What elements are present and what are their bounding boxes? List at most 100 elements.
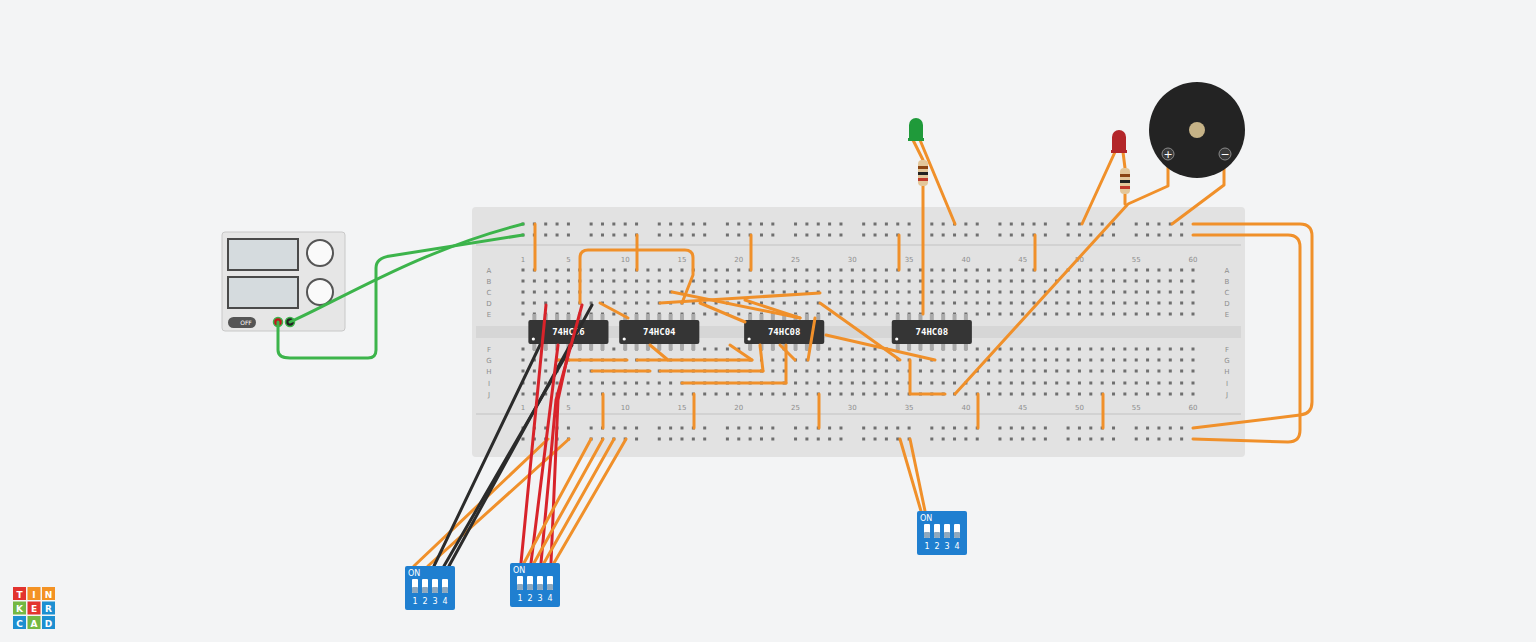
wire[interactable]	[534, 224, 537, 270]
dip-toggle[interactable]: 4	[442, 579, 448, 606]
dip-toggle[interactable]: 4	[954, 524, 960, 551]
wire[interactable]	[682, 382, 786, 385]
resistor[interactable]	[918, 160, 928, 186]
led[interactable]	[908, 118, 924, 141]
wire[interactable]	[910, 439, 925, 511]
pin1-marker	[623, 337, 626, 340]
wire[interactable]	[808, 318, 815, 360]
piezo-buzzer[interactable]: +−	[1149, 82, 1245, 178]
logo-letter: N	[45, 590, 53, 600]
column-number: 30	[848, 256, 857, 264]
dip-on-label: ON	[408, 569, 420, 578]
wire[interactable]	[1193, 235, 1300, 442]
dip-toggle[interactable]: 1	[412, 579, 418, 606]
wire[interactable]	[826, 335, 935, 360]
wire[interactable]	[660, 370, 763, 373]
dip-toggle[interactable]: 1	[517, 576, 523, 603]
wire[interactable]	[534, 439, 603, 563]
wire[interactable]	[700, 303, 745, 322]
dip-number: 2	[934, 542, 939, 551]
dip-switch[interactable]: ON1234	[917, 511, 967, 555]
dip-toggle[interactable]: 3	[432, 579, 438, 606]
column-number: 60	[1189, 256, 1198, 264]
resistor[interactable]	[1120, 168, 1130, 194]
wire[interactable]	[913, 140, 923, 160]
ic-chip[interactable]: 74HC08	[892, 314, 972, 350]
dip-toggle[interactable]: 3	[537, 576, 543, 603]
dip-number: 1	[412, 597, 417, 606]
wire[interactable]	[955, 166, 1168, 394]
dip-toggle[interactable]: 4	[547, 576, 553, 603]
column-number: 35	[905, 256, 914, 264]
ic-chip[interactable]: 74HC04	[619, 314, 699, 350]
chip-label: 74HC04	[643, 327, 676, 337]
wires	[278, 140, 1312, 566]
logo-letter: I	[32, 590, 35, 600]
wire[interactable]	[602, 394, 605, 428]
voltage-knob[interactable]	[307, 240, 333, 266]
wire[interactable]	[580, 250, 693, 303]
column-number: 25	[791, 256, 800, 264]
rail-holes	[522, 223, 1184, 441]
column-number: 20	[734, 404, 743, 412]
column-number: 55	[1132, 404, 1141, 412]
wire[interactable]	[898, 235, 901, 270]
dip-number: 4	[442, 597, 447, 606]
row-letter: D	[1224, 300, 1229, 308]
led[interactable]	[1111, 130, 1127, 153]
wire[interactable]	[637, 359, 752, 362]
tinkercad-logo[interactable]: TINKERCAD	[13, 587, 55, 629]
wire[interactable]	[922, 186, 925, 314]
chip-label: 74HC08	[768, 327, 801, 337]
wire[interactable]	[1193, 224, 1312, 428]
dip-toggle[interactable]: 2	[527, 576, 533, 603]
wire[interactable]	[750, 235, 753, 270]
wire[interactable]	[977, 394, 980, 428]
column-number: 25	[791, 404, 800, 412]
dip-switch[interactable]: ON1234	[510, 563, 560, 607]
breadboard[interactable]: 1155101015152020252530303535404045455050…	[472, 207, 1245, 457]
dip-toggle[interactable]: 1	[924, 524, 930, 551]
dip-switch[interactable]: ON 1234	[405, 566, 455, 610]
wire[interactable]	[730, 345, 752, 360]
current-knob[interactable]	[307, 279, 333, 305]
dip-number: 4	[954, 542, 959, 551]
wire[interactable]	[820, 303, 900, 360]
wire[interactable]	[449, 305, 592, 566]
dip-toggle[interactable]: 2	[934, 524, 940, 551]
wire[interactable]	[745, 300, 800, 318]
wire[interactable]	[1034, 235, 1037, 270]
column-number: 5	[566, 256, 570, 264]
wire[interactable]	[544, 439, 614, 563]
wire[interactable]	[290, 224, 523, 322]
wire[interactable]	[760, 345, 763, 371]
power-switch[interactable]	[228, 317, 256, 328]
power-switch-label: OFF	[240, 319, 252, 326]
wire[interactable]	[600, 303, 628, 318]
dip-toggle[interactable]: 3	[944, 524, 950, 551]
wire[interactable]	[693, 394, 696, 428]
row-letter: I	[488, 380, 490, 388]
wire[interactable]	[1102, 394, 1105, 428]
row-letter: F	[1225, 346, 1229, 354]
wire[interactable]	[650, 345, 668, 360]
wire[interactable]	[636, 235, 639, 270]
wire[interactable]	[818, 394, 821, 428]
wire[interactable]	[524, 439, 591, 563]
wire[interactable]	[1082, 152, 1115, 224]
row-letter: J	[1225, 391, 1228, 399]
wire[interactable]	[1124, 194, 1127, 204]
wire[interactable]	[1123, 152, 1125, 168]
power-supply[interactable]: OFF	[222, 232, 345, 331]
dip-number: 3	[432, 597, 437, 606]
row-letter: C	[487, 289, 492, 297]
wire[interactable]	[910, 360, 945, 394]
wire[interactable]	[554, 439, 626, 563]
dip-toggle[interactable]: 2	[422, 579, 428, 606]
wire[interactable]	[592, 370, 650, 373]
wire[interactable]	[521, 305, 546, 563]
positive-label: +	[1163, 148, 1172, 161]
wire[interactable]	[278, 235, 523, 358]
wire[interactable]	[780, 345, 795, 360]
wire[interactable]	[672, 292, 800, 318]
